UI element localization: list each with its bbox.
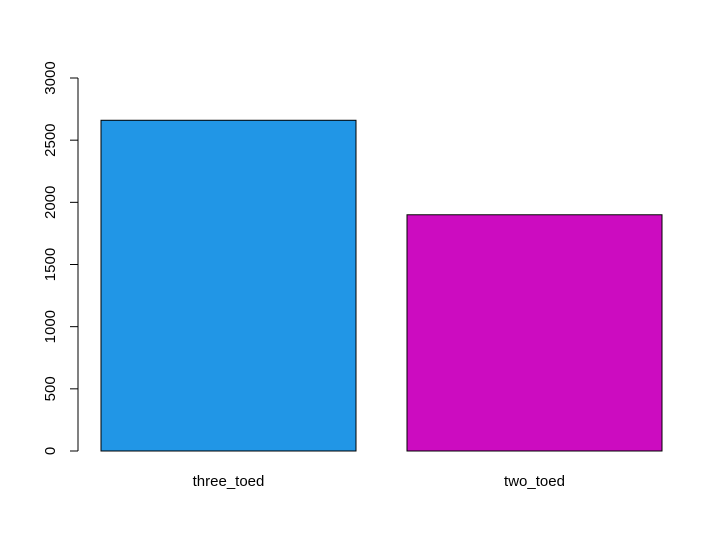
y-tick-label: 2000 xyxy=(42,186,59,219)
y-axis: 0 500 1000 1500 2000 2500 3000 xyxy=(42,61,79,455)
bar-three_toed xyxy=(100,119,357,452)
y-tick-label: 500 xyxy=(42,376,59,401)
x-category-label: two_toed xyxy=(504,473,565,490)
bar-chart: 0 500 1000 1500 2000 2500 3000 three_toed two_t… xyxy=(42,61,663,490)
y-tick-label: 1000 xyxy=(42,310,59,343)
x-category-label: three_toed xyxy=(193,473,265,490)
x-axis-labels: three_toed two_toed xyxy=(193,473,565,490)
bars-group xyxy=(100,119,663,452)
y-tick-label: 3000 xyxy=(42,61,59,94)
y-tick-label: 2500 xyxy=(42,123,59,156)
bar-two_toed xyxy=(406,214,663,452)
y-tick-label: 0 xyxy=(42,447,59,455)
y-tick-label: 1500 xyxy=(42,248,59,281)
